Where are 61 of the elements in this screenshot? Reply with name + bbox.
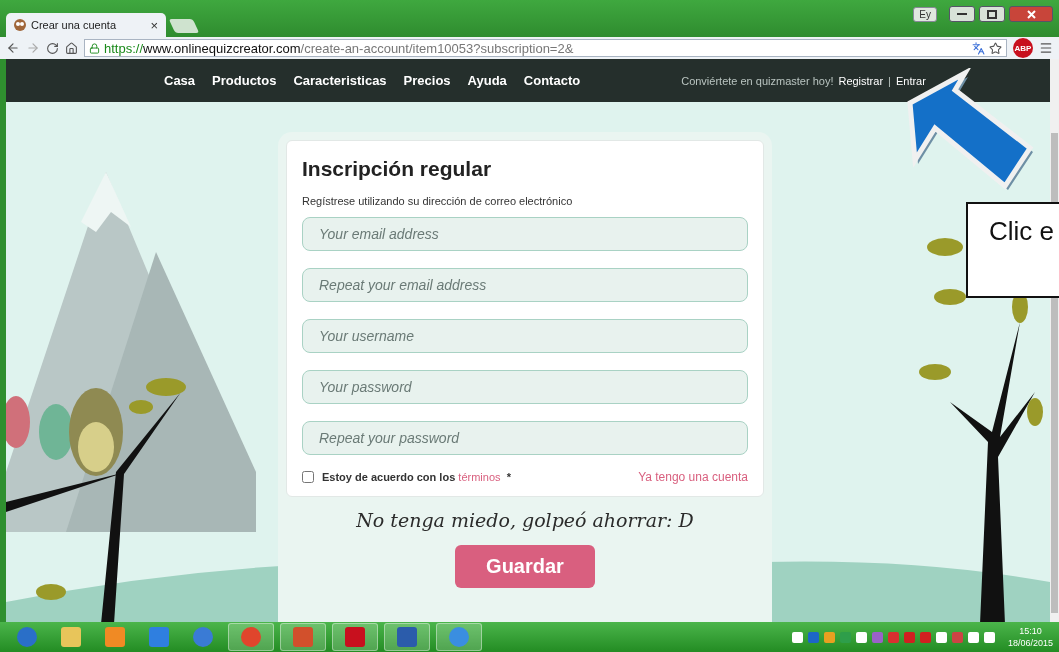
star-icon[interactable] [989, 41, 1002, 55]
nav-link[interactable]: Productos [212, 73, 277, 88]
callout-tooltip: Clic e [966, 202, 1059, 298]
tray-icon[interactable] [823, 631, 835, 643]
login-nav-link[interactable]: Entrar [895, 74, 926, 87]
tab-close-button[interactable]: × [150, 17, 158, 33]
new-tab-button[interactable] [168, 19, 200, 33]
back-icon[interactable] [6, 41, 20, 55]
tray-icon[interactable] [903, 631, 915, 643]
tab-title: Crear una cuenta [31, 19, 117, 31]
terms-link[interactable]: términos [458, 471, 501, 483]
home-icon[interactable] [65, 41, 78, 55]
terms-checkbox[interactable] [302, 471, 314, 483]
register-link[interactable]: Registrar [838, 74, 884, 87]
tray-icon[interactable] [871, 631, 883, 643]
forward-icon[interactable] [26, 41, 40, 55]
lock-icon [89, 42, 100, 54]
translate-icon[interactable] [972, 41, 985, 55]
maximize-icon [987, 9, 997, 19]
promo-text: Conviértete en quizmaster hoy! [681, 74, 834, 87]
address-field[interactable]: https://www.onlinequizcreator.com/create-an-account/item10053?subscription=2& [84, 39, 1007, 57]
nav-link[interactable]: Caracteristicas [293, 73, 387, 88]
minimize-button[interactable] [949, 6, 975, 22]
menu-icon[interactable] [1039, 41, 1053, 55]
profile-button[interactable]: Ey [913, 6, 937, 22]
input-field[interactable]: Repeat your email address [302, 268, 748, 302]
terms-label: Estoy de acuerdo con los términos * [322, 471, 511, 483]
form-title: Inscripción regular [302, 157, 493, 181]
adblock-button[interactable]: ABP [1013, 38, 1033, 58]
nav-link[interactable]: Casa [164, 73, 196, 88]
tray-icon[interactable] [951, 631, 963, 643]
save-button[interactable]: Guardar [455, 545, 595, 588]
clock-date: 18/06/2015 [1007, 637, 1053, 649]
tray-icon[interactable] [919, 631, 931, 643]
url-text: https://www.onlinequizcreator.com/create-an-account/item10053?subscription=2& [104, 40, 574, 56]
nav-link[interactable]: Precios [403, 73, 451, 88]
minimize-icon [957, 12, 967, 16]
tray-icon[interactable] [983, 631, 995, 643]
close-button[interactable] [1009, 6, 1053, 22]
tray-icon[interactable] [967, 631, 979, 643]
input-field[interactable]: Your email address [302, 217, 748, 251]
nav-link[interactable]: Contacto [523, 73, 581, 88]
owl-icon [14, 19, 26, 31]
tray-icon[interactable] [791, 631, 803, 643]
nav-link[interactable]: Ayuda [467, 73, 507, 88]
maximize-button[interactable] [979, 6, 1005, 22]
tray-icon[interactable] [935, 631, 947, 643]
browser-tab[interactable]: Crear una cuenta × [6, 13, 166, 37]
login-link[interactable]: Ya tengo una cuenta [638, 470, 748, 484]
reload-icon[interactable] [46, 41, 59, 55]
clock-time: 15:10 [1019, 625, 1042, 637]
tray-icon[interactable] [887, 631, 899, 643]
form-subtitle: Regístrese utilizando su dirección de correo electrónico [302, 195, 574, 207]
tray-icon[interactable] [807, 631, 819, 643]
separator-text: | [888, 74, 891, 87]
close-icon [1026, 9, 1036, 19]
input-field[interactable]: Your username [302, 319, 748, 353]
input-field[interactable]: Repeat your password [302, 421, 748, 455]
input-field[interactable]: Your password [302, 370, 748, 404]
tagline-text: No tenga miedo, golpeó ahorrar: D [356, 509, 694, 531]
tray-icon[interactable] [855, 631, 867, 643]
